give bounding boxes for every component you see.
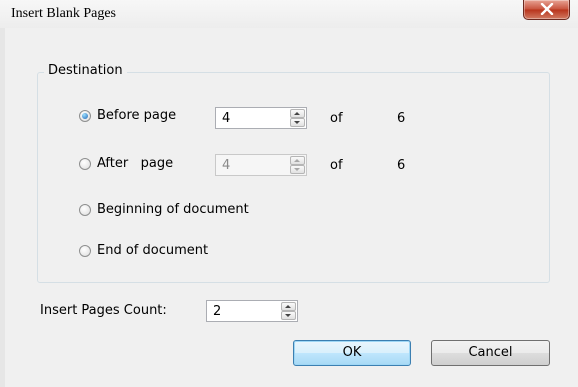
before-page-value: 4 — [222, 111, 231, 126]
destination-legend: Destination — [44, 63, 127, 78]
insert-pages-count-label: Insert Pages Count: — [40, 303, 167, 318]
count-up-arrow-icon[interactable] — [281, 302, 296, 311]
radio-after-page-label: After page — [97, 156, 174, 171]
close-icon — [540, 3, 554, 15]
insert-pages-count-spinner[interactable]: 2 — [206, 300, 298, 322]
before-page-down-arrow-icon[interactable] — [290, 118, 305, 127]
dialog-title: Insert Blank Pages — [11, 6, 116, 21]
before-of-label: of — [330, 111, 343, 126]
close-button[interactable] — [523, 0, 570, 20]
after-page-spinner[interactable]: 4 — [215, 154, 307, 176]
count-down-arrow-icon[interactable] — [281, 311, 296, 320]
radio-beginning-label: Beginning of document — [97, 202, 249, 217]
before-page-up-arrow-icon[interactable] — [290, 109, 305, 118]
ok-button[interactable]: OK — [293, 340, 411, 366]
radio-end-indicator[interactable] — [79, 245, 91, 257]
radio-before-page-label: Before page — [97, 108, 177, 123]
radio-after-page-indicator[interactable] — [79, 158, 91, 170]
before-page-spinner[interactable]: 4 — [215, 107, 307, 129]
after-page-down-arrow-icon[interactable] — [290, 165, 305, 174]
insert-pages-count-value: 2 — [213, 304, 222, 319]
after-total-pages: 6 — [397, 158, 406, 173]
after-page-up-arrow-icon[interactable] — [290, 156, 305, 165]
before-total-pages: 6 — [397, 111, 406, 126]
radio-beginning-indicator[interactable] — [79, 204, 91, 216]
cancel-button[interactable]: Cancel — [431, 340, 550, 366]
title-bar[interactable]: Insert Blank Pages — [0, 0, 578, 28]
radio-end-label: End of document — [97, 243, 209, 258]
after-of-label: of — [330, 158, 343, 173]
after-page-value: 4 — [222, 158, 231, 173]
radio-before-page-indicator[interactable] — [79, 110, 91, 122]
